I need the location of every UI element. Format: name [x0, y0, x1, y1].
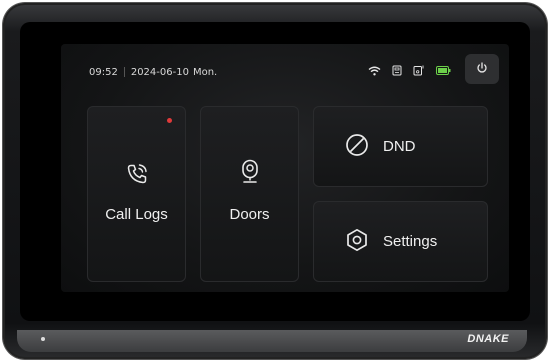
doors-tile[interactable]: Doors [200, 106, 299, 282]
notification-dot [167, 118, 172, 123]
dnd-tile[interactable]: DND [313, 106, 488, 187]
sd-card-icon [392, 65, 402, 79]
call-logs-label: Call Logs [105, 206, 168, 223]
status-icons [368, 62, 451, 82]
prohibit-icon [345, 133, 369, 161]
dnd-label: DND [383, 138, 416, 155]
status-separator [123, 67, 125, 77]
status-weekday: Mon. [192, 66, 218, 78]
brand-logo: DNAKE [467, 333, 509, 345]
power-icon [476, 61, 488, 77]
power-button[interactable] [465, 54, 499, 84]
status-bar: 09:52 2024-06-10 Mon. [89, 54, 499, 84]
screen: 09:52 2024-06-10 Mon. Call Logs Doors DN… [61, 44, 509, 292]
status-time: 09:52 [89, 66, 118, 78]
battery-icon [436, 66, 451, 78]
wifi-icon [368, 66, 381, 79]
status-date: 2024-06-10 [130, 66, 189, 78]
device-storage-icon [413, 65, 425, 79]
hexagon-gear-icon [345, 228, 369, 256]
camera-icon [240, 159, 260, 189]
indicator-led [41, 337, 45, 341]
settings-label: Settings [383, 233, 438, 250]
device-bottom-bar: DNAKE [17, 330, 527, 352]
settings-tile[interactable]: Settings [313, 201, 488, 282]
call-logs-tile[interactable]: Call Logs [87, 106, 186, 282]
phone-icon [126, 163, 148, 189]
doors-label: Doors [229, 206, 270, 223]
